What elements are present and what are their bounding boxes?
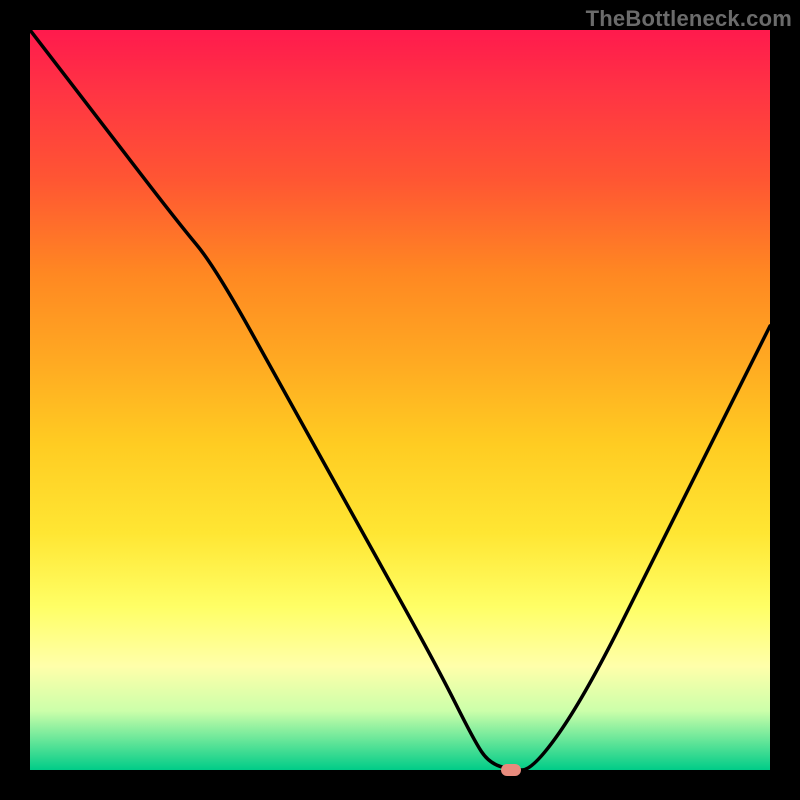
watermark-text: TheBottleneck.com [586,6,792,32]
plot-area [30,30,770,770]
bottleneck-curve [30,30,770,770]
chart-container: TheBottleneck.com [0,0,800,800]
minimum-marker [501,764,521,776]
curve-path [30,30,770,770]
